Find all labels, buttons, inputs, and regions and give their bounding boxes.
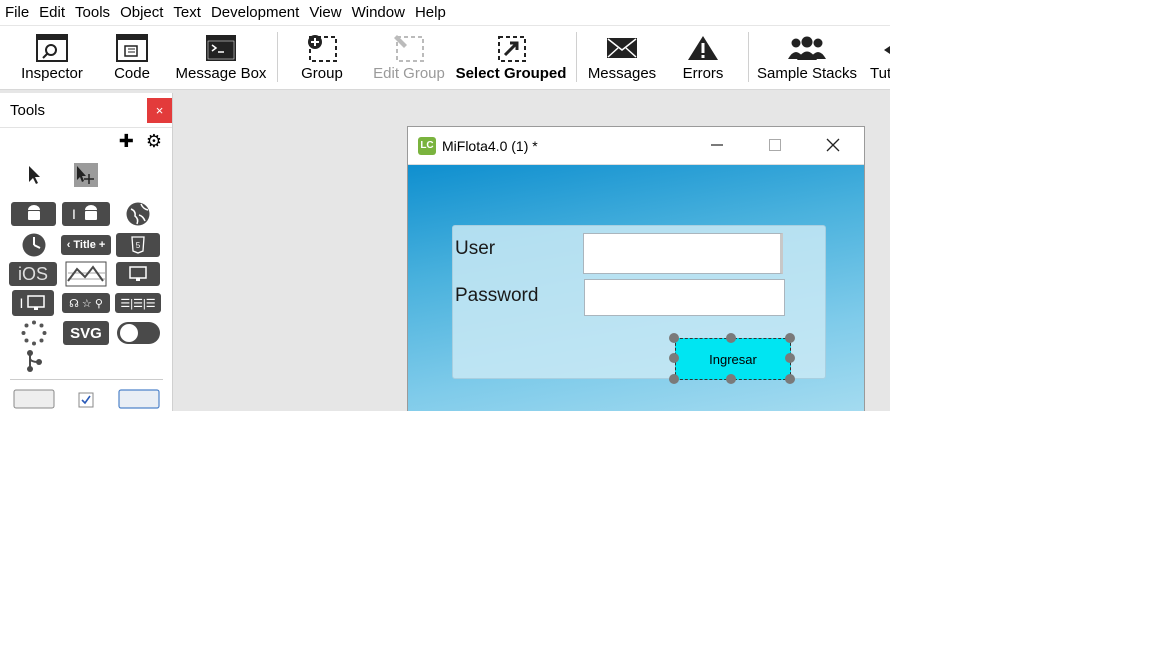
checkbox-icon[interactable] [77,391,95,409]
plus-icon[interactable]: ✚ [119,131,134,152]
stack-titlebar[interactable]: LC MiFlota4.0 (1) * [408,127,864,165]
select-grouped-button[interactable]: Select Grouped [456,26,566,88]
menu-text[interactable]: Text [168,1,206,25]
android-field-icon[interactable]: I [62,202,110,226]
field-desktop-icon[interactable]: I [12,290,54,316]
envelope-icon [606,31,638,65]
terminal-icon [205,31,237,65]
segmented-control-icon[interactable]: ☰|☰|☰ [115,293,161,313]
stack-window: LC MiFlota4.0 (1) * User Password Ingres… [407,126,865,411]
clock-icon[interactable] [20,231,48,259]
group-label: Group [301,65,343,82]
tools-divider [10,379,163,380]
gear-icon[interactable]: ⚙ [146,131,162,152]
menu-window[interactable]: Window [347,1,410,25]
default-button-icon[interactable] [118,389,160,409]
toolbar-separator [277,32,278,82]
people-icon [787,31,827,65]
minimize-icon[interactable] [688,127,746,163]
messages-button[interactable]: Messages [587,26,657,88]
svg-icon-widget[interactable]: SVG [63,321,109,345]
header-bar-widget-icon[interactable]: ☊ ☆ ⚲ [62,293,110,313]
code-button[interactable]: Code [110,26,154,88]
message-box-button[interactable]: Message Box [174,26,268,88]
tutorials-button[interactable]: Tut [870,26,890,88]
tools-actions: ✚ ⚙ [0,128,172,155]
menu-edit[interactable]: Edit [34,1,70,25]
tools-title: Tools [10,101,46,119]
select-grouped-label: Select Grouped [455,65,567,82]
login-panel: User Password Ingresar [452,225,826,384]
code-icon [116,31,148,65]
message-box-label: Message Box [175,65,267,82]
close-icon[interactable]: × [147,98,172,123]
tools-palette: Tools × ✚ ⚙ I ‹ Title + 5 iOS I ☊ ☆ ⚲ ☰|… [0,93,173,411]
selection-handle[interactable] [726,374,736,384]
group-button[interactable]: Group [299,26,345,88]
title-bar-widget-icon[interactable]: ‹ Title + [61,235,111,255]
password-label: Password [455,285,539,306]
livecode-logo-icon: LC [418,136,436,155]
menu-tools[interactable]: Tools [70,1,115,25]
menu-view[interactable]: View [304,1,346,25]
edit-group-button[interactable]: Edit Group [371,26,447,88]
stack-card: User Password Ingresar [408,165,864,411]
tools-header: Tools × [0,93,172,128]
errors-label: Errors [682,65,724,82]
selection-handle[interactable] [669,374,679,384]
livecode-ide: File Edit Tools Object Text Development … [0,0,890,411]
user-label: User [455,238,496,259]
inspector-icon [36,31,68,65]
tree-view-icon[interactable] [22,348,46,374]
html5-icon[interactable]: 5 [116,233,160,257]
stack-title: MiFlota4.0 (1) * [442,137,538,154]
window-close-icon[interactable] [804,127,862,163]
select-grouped-icon [495,31,527,65]
edit-group-icon [393,31,425,65]
group-icon [306,31,338,65]
menu-bar: File Edit Tools Object Text Development … [0,0,890,25]
warning-icon [687,31,719,65]
menu-help[interactable]: Help [410,1,451,25]
maximize-icon[interactable] [746,127,804,163]
ios-widget-icon[interactable]: iOS [9,262,57,286]
selection-handle[interactable] [785,353,795,363]
desktop-widget-icon[interactable] [116,262,160,286]
password-field[interactable] [584,279,785,316]
svg-text:5: 5 [136,241,141,250]
globe-icon[interactable] [124,200,152,228]
main-toolbar: Inspector Code Message Box Group Edit Gr… [0,26,890,90]
inspector-button[interactable]: Inspector [18,26,86,88]
menu-object[interactable]: Object [115,1,168,25]
spinner-icon[interactable] [20,319,48,347]
selection-handle[interactable] [785,333,795,343]
menu-development[interactable]: Development [206,1,304,25]
selection-handle[interactable] [785,374,795,384]
pointer-tool-icon[interactable] [74,163,98,187]
errors-button[interactable]: Errors [680,26,726,88]
code-label: Code [114,65,150,82]
line-graph-icon[interactable] [64,260,108,288]
tutorials-icon [870,31,890,65]
tutorials-label: Tut [870,65,890,82]
sample-stacks-button[interactable]: Sample Stacks [757,26,857,88]
toolbar-separator [576,32,577,82]
browse-tool-icon[interactable] [24,163,44,187]
edit-group-label: Edit Group [373,65,445,82]
menu-file[interactable]: File [0,1,34,25]
switch-toggle-icon[interactable] [116,321,161,345]
user-field[interactable] [583,233,783,274]
sample-stacks-label: Sample Stacks [756,65,858,82]
messages-label: Messages [587,65,657,82]
selection-handle[interactable] [726,333,736,343]
push-button-icon[interactable] [13,389,55,409]
selection-handle[interactable] [669,353,679,363]
selection-handle[interactable] [669,333,679,343]
inspector-label: Inspector [21,65,83,82]
android-button-icon[interactable] [11,202,56,226]
toolbar-separator [748,32,749,82]
